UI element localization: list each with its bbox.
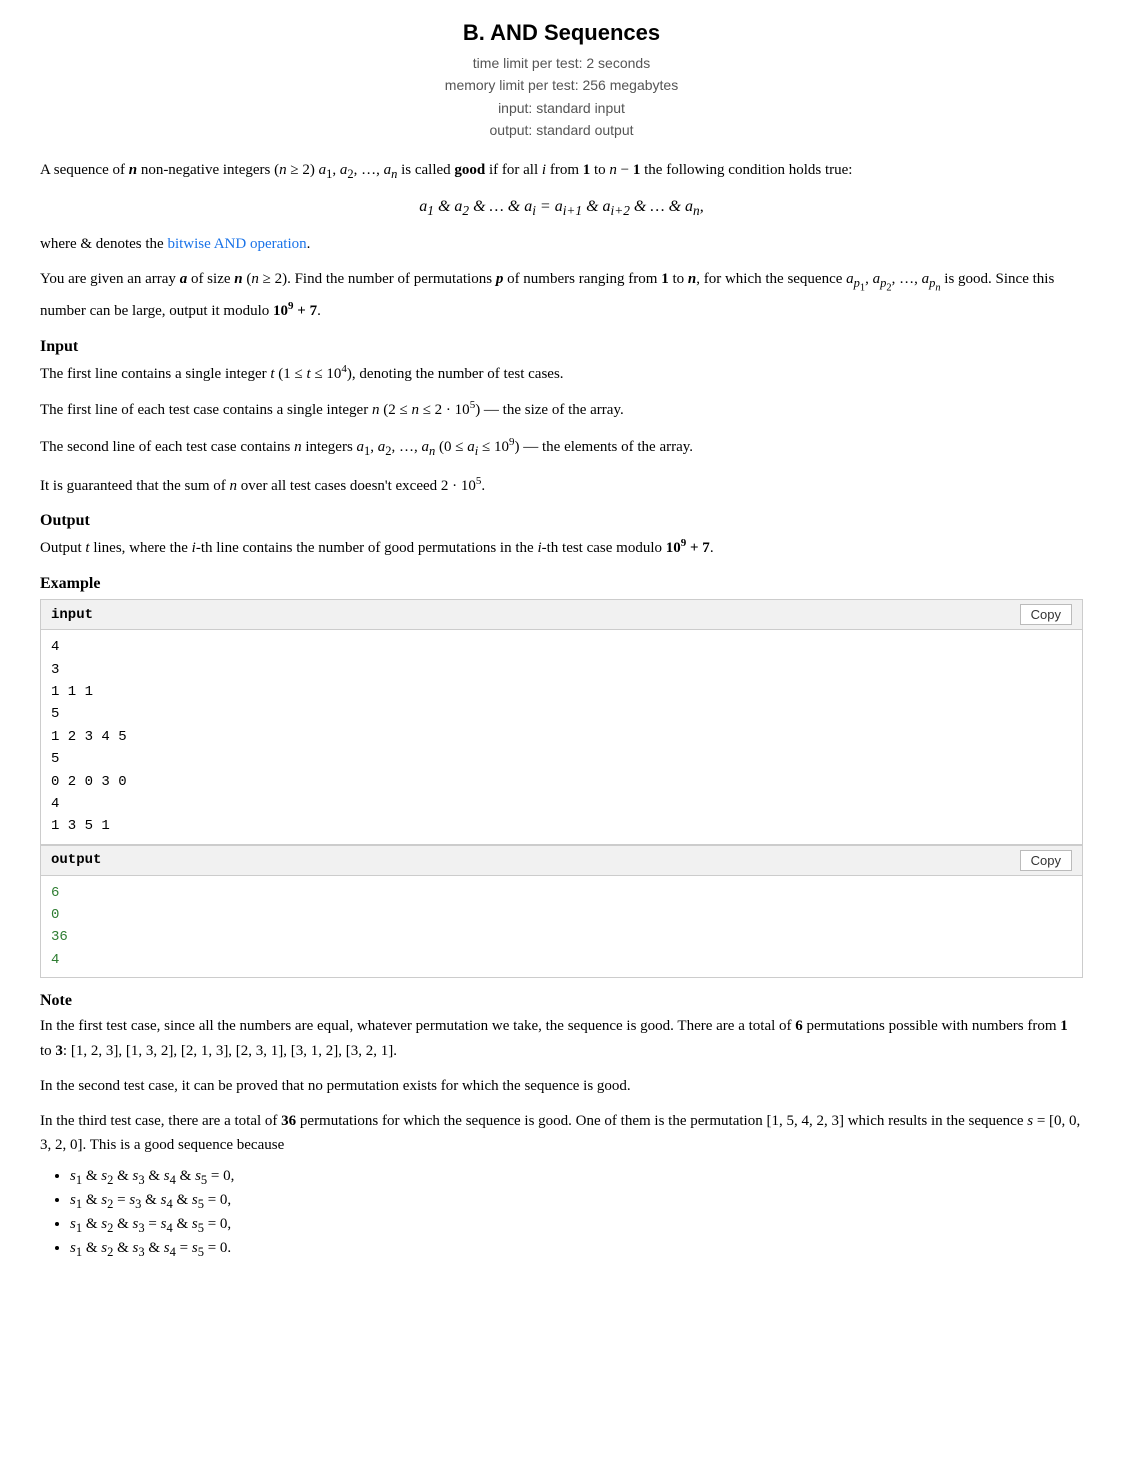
input-line-3: The second line of each test case contai…	[40, 433, 1083, 462]
page-title: B. AND Sequences	[40, 20, 1083, 46]
input-section-title: Input	[40, 338, 1083, 356]
note-para-2: In the second test case, it can be prove…	[40, 1074, 1083, 1099]
meta-info: time limit per test: 2 seconds memory li…	[40, 52, 1083, 142]
note-text: In the first test case, since all the nu…	[40, 1014, 1083, 1158]
output-section-text: Output t lines, where the i-th line cont…	[40, 534, 1083, 561]
input-code-header: input Copy	[41, 600, 1082, 630]
problem-statement: A sequence of n non-negative integers (n…	[40, 158, 1083, 324]
note-para-1: In the first test case, since all the nu…	[40, 1014, 1083, 1064]
output-code-header: output Copy	[41, 846, 1082, 876]
problem-text-block: The first line contains a single integer…	[40, 360, 1083, 499]
input-code-content: 4 3 1 1 1 5 1 2 3 4 5 5 0 2 0 3 0 4 1 3 …	[41, 630, 1082, 844]
bullet-item-3: s1 & s2 & s3 = s4 & s5 = 0,	[70, 1216, 1083, 1236]
output-copy-button[interactable]: Copy	[1020, 850, 1072, 871]
output-type: output: standard output	[40, 119, 1083, 141]
time-limit: time limit per test: 2 seconds	[40, 52, 1083, 74]
input-line-1: The first line contains a single integer…	[40, 360, 1083, 387]
output-section: Output Output t lines, where the i-th li…	[40, 512, 1083, 561]
note-para-3: In the third test case, there are a tota…	[40, 1109, 1083, 1159]
note-section: Note In the first test case, since all t…	[40, 992, 1083, 1260]
bullet-item-4: s1 & s2 & s3 & s4 = s5 = 0.	[70, 1240, 1083, 1260]
bitwise-and-link[interactable]: bitwise AND operation	[167, 236, 306, 252]
main-formula: a1 & a2 & … & ai = ai+1 & ai+2 & … & an,	[40, 194, 1083, 222]
output-code-content: 6 0 36 4	[41, 876, 1082, 978]
input-line-2: The first line of each test case contain…	[40, 396, 1083, 423]
output-section-title: Output	[40, 512, 1083, 530]
output-code-block: output Copy 6 0 36 4	[40, 845, 1083, 979]
input-label: input	[51, 607, 93, 623]
input-section: Input The first line contains a single i…	[40, 338, 1083, 499]
where-clause: where & denotes the bitwise AND operatio…	[40, 232, 1083, 257]
input-line-4: It is guaranteed that the sum of n over …	[40, 472, 1083, 499]
bullet-item-2: s1 & s2 = s3 & s4 & s5 = 0,	[70, 1192, 1083, 1212]
memory-limit: memory limit per test: 256 megabytes	[40, 74, 1083, 96]
input-code-block: input Copy 4 3 1 1 1 5 1 2 3 4 5 5 0 2 0…	[40, 599, 1083, 845]
input-type: input: standard input	[40, 97, 1083, 119]
intro-text: A sequence of n non-negative integers (n…	[40, 158, 1083, 185]
output-label: output	[51, 852, 101, 868]
example-title: Example	[40, 575, 1083, 593]
input-copy-button[interactable]: Copy	[1020, 604, 1072, 625]
array-description: You are given an array a of size n (n ≥ …	[40, 267, 1083, 323]
example-section: Example input Copy 4 3 1 1 1 5 1 2 3 4 5…	[40, 575, 1083, 978]
output-line-1: Output t lines, where the i-th line cont…	[40, 534, 1083, 561]
note-title: Note	[40, 992, 1083, 1010]
bullet-item-1: s1 & s2 & s3 & s4 & s5 = 0,	[70, 1168, 1083, 1188]
note-bullet-list: s1 & s2 & s3 & s4 & s5 = 0, s1 & s2 = s3…	[70, 1168, 1083, 1260]
